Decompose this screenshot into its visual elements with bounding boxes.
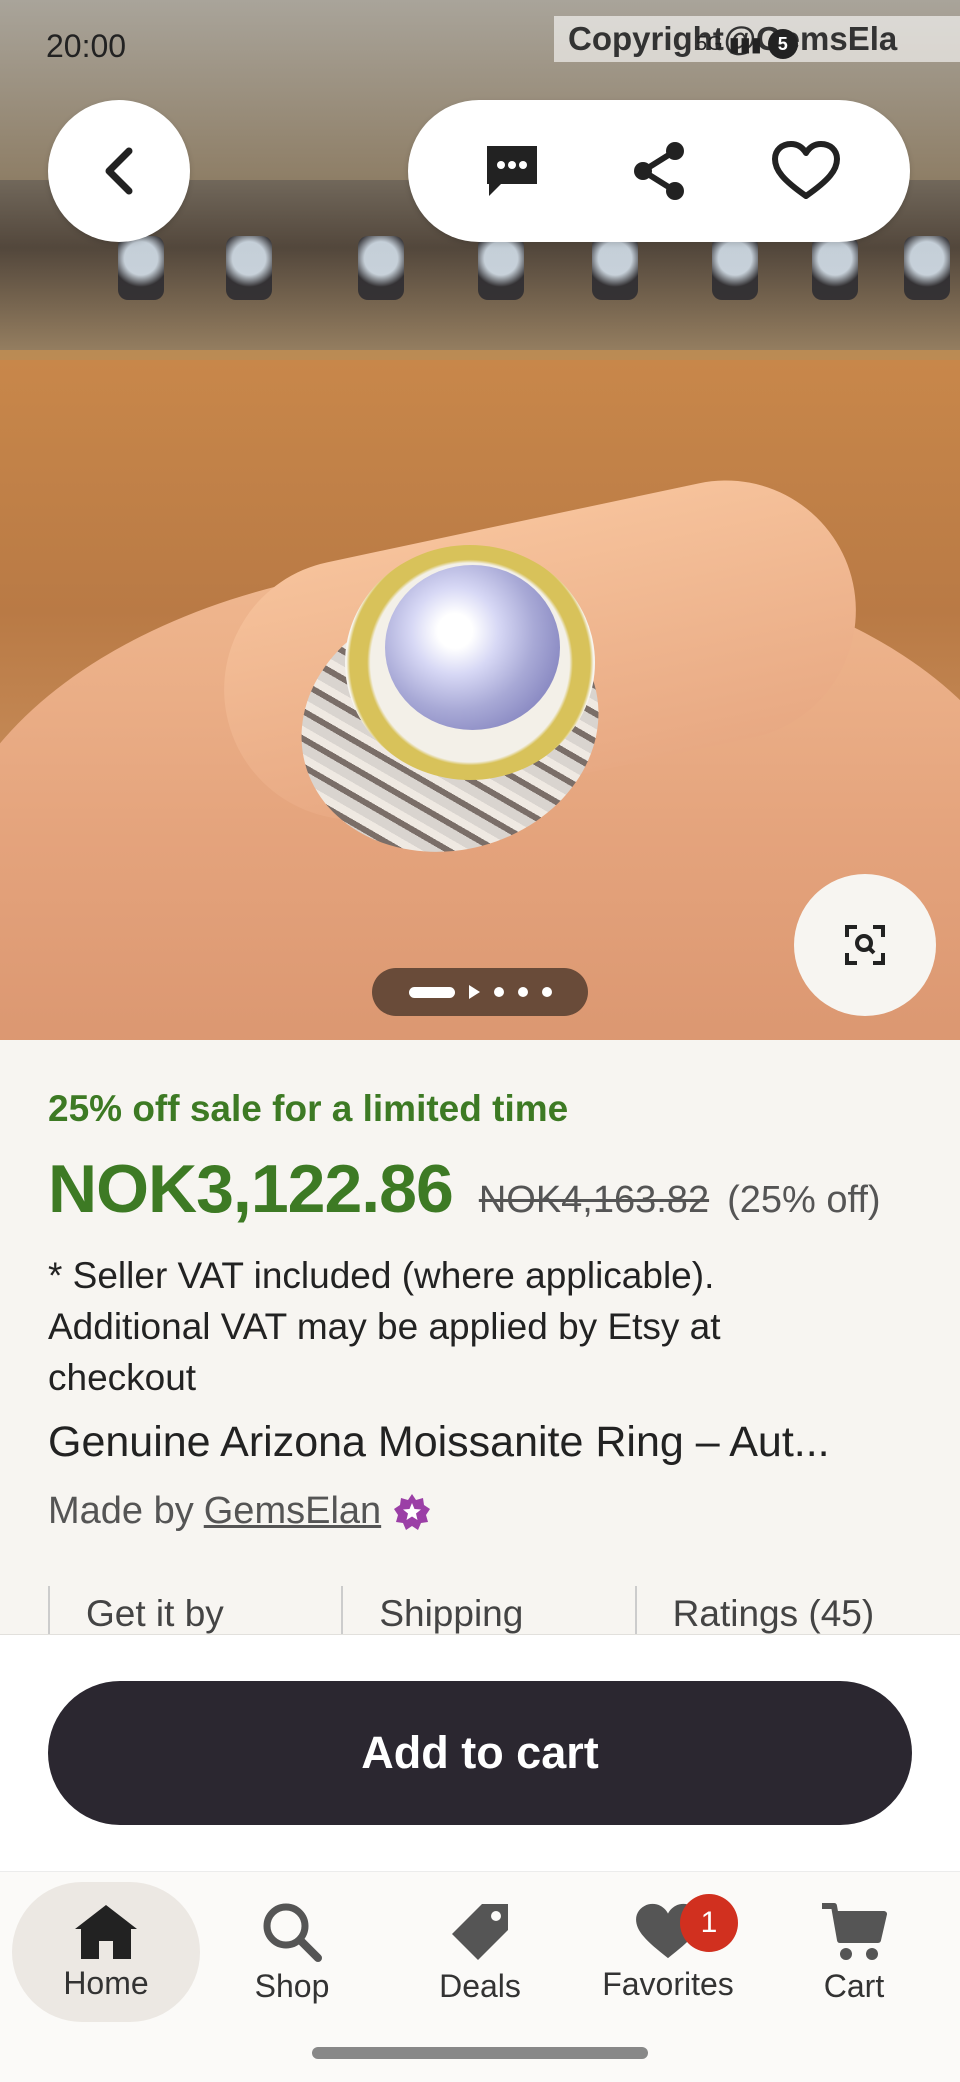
discount-label: (25% off)	[727, 1179, 881, 1221]
price-row: NOK3,122.86 NOK4,163.82 (25% off)	[48, 1150, 881, 1228]
share-icon	[633, 142, 684, 200]
message-button[interactable]	[472, 131, 552, 211]
add-to-cart-button[interactable]: Add to cart	[48, 1681, 912, 1825]
ratings-tab[interactable]: Ratings (45)	[634, 1586, 928, 1634]
background-watch	[226, 236, 272, 300]
video-play-icon	[468, 985, 480, 999]
back-button[interactable]	[48, 100, 190, 242]
pager-dot	[541, 987, 552, 997]
status-icons: 5G ▮▮▮ 5	[696, 24, 798, 64]
chevron-left-icon	[105, 147, 133, 195]
nav-label: Cart	[823, 1967, 885, 2004]
original-price: NOK4,163.82	[478, 1179, 710, 1221]
tag-icon	[452, 1903, 508, 1960]
nav-favorites[interactable]: Favorites 1	[574, 1882, 762, 2022]
nav-shop[interactable]: Shop	[198, 1882, 386, 2022]
network-label: 5G	[696, 32, 723, 55]
vat-note: * Seller VAT included (where applicable)…	[48, 1255, 721, 1398]
image-pager[interactable]	[372, 968, 588, 1016]
background-watch	[358, 236, 404, 300]
home-indicator[interactable]	[312, 2047, 648, 2059]
status-time: 20:00	[46, 28, 127, 64]
nav-cart[interactable]: Cart	[760, 1882, 948, 2022]
made-by-prefix: Made by	[48, 1490, 194, 1532]
nav-label: Deals	[439, 1967, 521, 2004]
ring-stone	[385, 565, 560, 730]
nav-label: Shop	[254, 1967, 330, 2004]
pager-dot-active	[408, 986, 455, 998]
star-seller-icon	[391, 1491, 433, 1533]
nav-home[interactable]: Home	[12, 1882, 200, 2022]
listing-title[interactable]: Genuine Arizona Moissanite Ring – Aut...	[48, 1418, 908, 1467]
current-price: NOK3,122.86	[48, 1151, 454, 1227]
made-by: Made by GemsElan	[48, 1490, 433, 1533]
pager-dot	[517, 987, 528, 997]
search-icon	[263, 1903, 322, 1962]
battery-icon: 5	[767, 29, 798, 59]
visual-search-icon	[845, 925, 885, 965]
home-icon	[75, 1904, 137, 1959]
visual-search-button[interactable]	[794, 874, 936, 1016]
favorites-count-badge: 1	[680, 1894, 738, 1952]
background-watch	[118, 236, 164, 300]
nav-label: Home	[63, 1964, 149, 2001]
shop-name-link[interactable]: GemsElan	[204, 1490, 381, 1533]
bottom-sheet: Add to cart Home Shop Deals Favorites 1 …	[0, 1634, 960, 2082]
delivery-estimate-tab[interactable]: Get it by	[48, 1586, 341, 1634]
background-watch	[904, 236, 950, 300]
nav-label: Favorites	[602, 1965, 734, 2002]
background-watch	[478, 236, 524, 300]
cart-icon	[822, 1902, 887, 1960]
favorite-button[interactable]	[766, 131, 846, 211]
pager-dot	[493, 987, 504, 997]
shipping-tab[interactable]: Shipping	[341, 1586, 634, 1634]
background-watch	[812, 236, 858, 300]
action-toolbar	[408, 100, 910, 242]
sale-banner: 25% off sale for a limited time	[48, 1088, 569, 1129]
background-watch	[592, 236, 638, 300]
share-button[interactable]	[619, 131, 699, 211]
background-watch	[712, 236, 758, 300]
nav-deals[interactable]: Deals	[386, 1882, 574, 2022]
signal-icon: ▮▮▮	[728, 33, 762, 56]
heart-outline-icon	[772, 141, 841, 199]
chat-bubble-icon	[486, 146, 537, 196]
info-columns: Get it by Shipping Ratings (45)	[48, 1586, 928, 1634]
